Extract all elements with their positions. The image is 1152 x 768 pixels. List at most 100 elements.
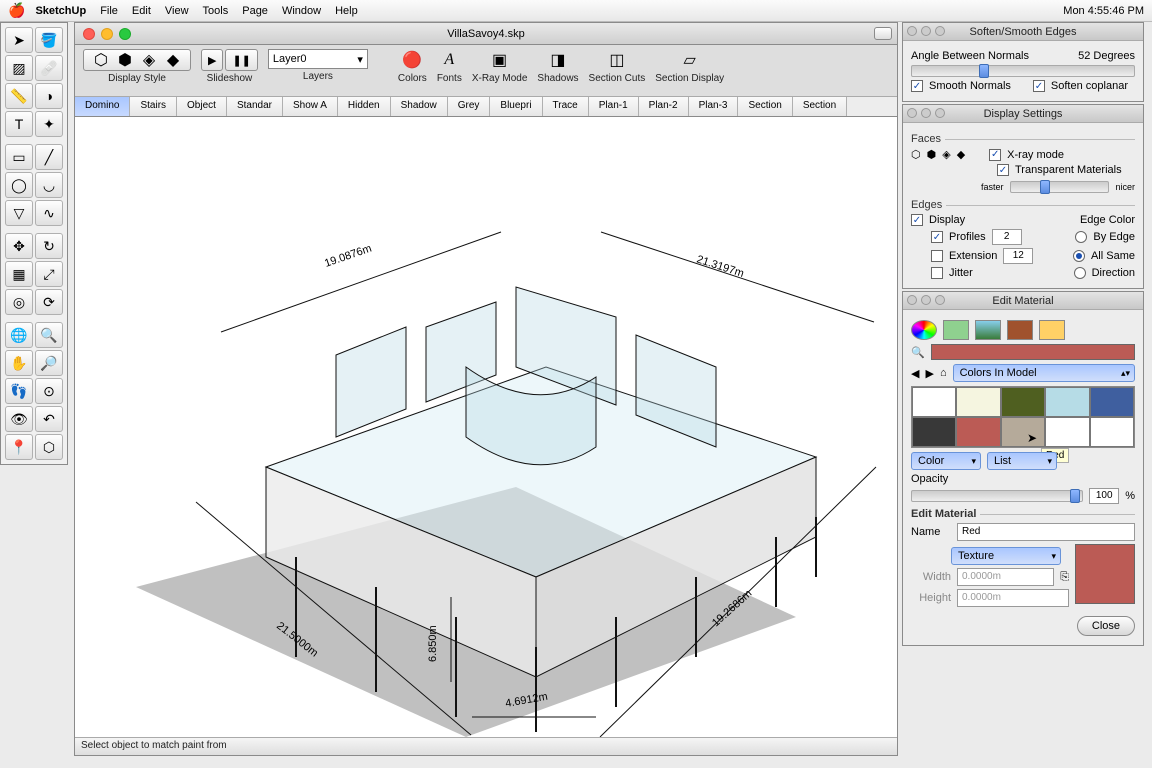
scene-tab[interactable]: Trace xyxy=(543,97,589,116)
palette-color[interactable] xyxy=(912,417,956,447)
close-window-icon[interactable] xyxy=(83,28,95,40)
rotate-icon[interactable]: ↻ xyxy=(35,233,63,259)
push-pull-icon[interactable]: ▦ xyxy=(5,261,33,287)
scene-tab[interactable]: Hidden xyxy=(338,97,391,116)
scene-tab[interactable]: Grey xyxy=(448,97,491,116)
jitter-checkbox[interactable] xyxy=(931,267,943,279)
scene-tab[interactable]: Standar xyxy=(227,97,283,116)
window-titlebar[interactable]: VillaSavoy4.skp xyxy=(75,23,897,45)
material-swatch-large[interactable] xyxy=(1075,544,1135,604)
angle-slider[interactable] xyxy=(911,65,1135,77)
zoom-window-btn-icon[interactable] xyxy=(119,28,131,40)
soften-coplanar-checkbox[interactable] xyxy=(1033,80,1045,92)
protractor-icon[interactable]: ◑ xyxy=(35,83,63,109)
section-cuts-icon[interactable]: ◫ xyxy=(606,49,628,71)
tape-measure-icon[interactable]: 📏 xyxy=(5,83,33,109)
swatch-icon[interactable] xyxy=(1007,320,1033,340)
scale-icon[interactable]: ⤢ xyxy=(35,261,63,287)
profiles-checkbox[interactable] xyxy=(931,231,943,243)
height-input[interactable]: 0.0000m xyxy=(957,589,1069,607)
style-textured-icon[interactable]: ◆ xyxy=(162,49,184,71)
xray-icon[interactable]: ▣ xyxy=(489,49,511,71)
palette-color[interactable] xyxy=(1001,417,1045,447)
app-menu[interactable]: SketchUp xyxy=(35,5,86,17)
line-icon[interactable]: ╱ xyxy=(35,144,63,170)
rectangle-icon[interactable]: ▭ xyxy=(5,144,33,170)
menu-help[interactable]: Help xyxy=(335,5,358,17)
extension-input[interactable]: 12 xyxy=(1003,248,1033,264)
zoom-icon[interactable]: 🔍 xyxy=(35,322,63,348)
palette-color[interactable] xyxy=(956,417,1000,447)
paint-bucket-icon[interactable]: 🪣 xyxy=(35,27,63,53)
close-button[interactable]: Close xyxy=(1077,616,1135,636)
move-icon[interactable]: ✥ xyxy=(5,233,33,259)
opacity-slider[interactable] xyxy=(911,490,1083,502)
walk-icon[interactable]: 👣 xyxy=(5,378,33,404)
xray-mode-checkbox[interactable] xyxy=(989,149,1001,161)
nav-forward-icon[interactable]: ▶ xyxy=(925,367,933,380)
position-camera-icon[interactable]: 📍 xyxy=(5,434,33,460)
smooth-normals-checkbox[interactable] xyxy=(911,80,923,92)
scene-tab[interactable]: Domino xyxy=(75,97,130,116)
face-style-icon[interactable]: ◆ xyxy=(957,148,965,161)
axes-icon[interactable]: ✦ xyxy=(35,111,63,137)
zoom-window-icon[interactable]: 🔎 xyxy=(35,350,63,376)
swatch-icon[interactable] xyxy=(1039,320,1065,340)
face-style-icon[interactable]: ◈ xyxy=(942,148,950,161)
extension-checkbox[interactable] xyxy=(931,250,943,262)
menu-file[interactable]: File xyxy=(100,5,118,17)
pan-icon[interactable]: ✋ xyxy=(5,350,33,376)
palette-color[interactable] xyxy=(1001,387,1045,417)
offset-icon[interactable]: ◎ xyxy=(5,289,33,315)
material-library-selector[interactable]: Colors In Model▴▾ xyxy=(953,364,1135,382)
menu-window[interactable]: Window xyxy=(282,5,321,17)
all-same-radio[interactable] xyxy=(1073,250,1085,262)
menu-page[interactable]: Page xyxy=(242,5,268,17)
scene-tab[interactable]: Shadow xyxy=(391,97,448,116)
style-shaded-icon[interactable]: ◈ xyxy=(138,49,160,71)
profiles-input[interactable]: 2 xyxy=(992,229,1022,245)
style-wireframe-icon[interactable]: ⬡ xyxy=(90,49,112,71)
previous-icon[interactable]: ↶ xyxy=(35,406,63,432)
scene-tab[interactable]: Show A xyxy=(283,97,338,116)
search-icon[interactable]: 🔍 xyxy=(911,346,925,359)
text-tool-icon[interactable]: T xyxy=(5,111,33,137)
material-name-input[interactable]: Red xyxy=(957,523,1135,541)
direction-radio[interactable] xyxy=(1074,267,1086,279)
menu-view[interactable]: View xyxy=(165,5,189,17)
scene-tab[interactable]: Plan-3 xyxy=(689,97,739,116)
scene-tab[interactable]: Stairs xyxy=(130,97,177,116)
by-edge-radio[interactable] xyxy=(1075,231,1087,243)
apple-menu-icon[interactable]: 🍎 xyxy=(8,2,25,19)
link-icon[interactable]: ⎘ xyxy=(1060,571,1069,584)
select-tool-icon[interactable]: ➤ xyxy=(5,27,33,53)
layer-selector[interactable]: Layer0▾ xyxy=(268,49,368,69)
arc-icon[interactable]: ◡ xyxy=(35,172,63,198)
scene-tab[interactable]: Plan-2 xyxy=(639,97,689,116)
color-wheel-icon[interactable] xyxy=(911,320,937,340)
opacity-input[interactable]: 100 xyxy=(1089,488,1119,504)
slideshow-play-button[interactable]: ▶ xyxy=(201,49,223,71)
color-mode-selector[interactable]: Color▾ xyxy=(911,452,981,470)
eraser-icon[interactable]: 🩹 xyxy=(35,55,63,81)
freehand-icon[interactable]: ∿ xyxy=(35,200,63,226)
transparent-materials-checkbox[interactable] xyxy=(997,164,1009,176)
style-hidden-icon[interactable]: ⬢ xyxy=(114,49,136,71)
palette-color[interactable] xyxy=(956,387,1000,417)
zoom-extents-icon[interactable]: ⊙ xyxy=(35,378,63,404)
polygon-icon[interactable]: ▽ xyxy=(5,200,33,226)
palette-color[interactable] xyxy=(1045,387,1089,417)
palette-color[interactable] xyxy=(1090,387,1134,417)
toolbar-toggle-button[interactable] xyxy=(874,27,892,40)
transparency-quality-slider[interactable] xyxy=(1010,181,1110,193)
section-icon[interactable]: ⬡ xyxy=(35,434,63,460)
width-input[interactable]: 0.0000m xyxy=(957,568,1054,586)
list-mode-selector[interactable]: List▾ xyxy=(987,452,1057,470)
menu-edit[interactable]: Edit xyxy=(132,5,151,17)
face-style-icon[interactable]: ⬡ xyxy=(911,148,921,161)
minimize-window-icon[interactable] xyxy=(101,28,113,40)
scene-tab[interactable]: Bluepri xyxy=(490,97,542,116)
slideshow-pause-button[interactable]: ❚❚ xyxy=(225,49,257,71)
circle-icon[interactable]: ◯ xyxy=(5,172,33,198)
scene-tab[interactable]: Plan-1 xyxy=(589,97,639,116)
